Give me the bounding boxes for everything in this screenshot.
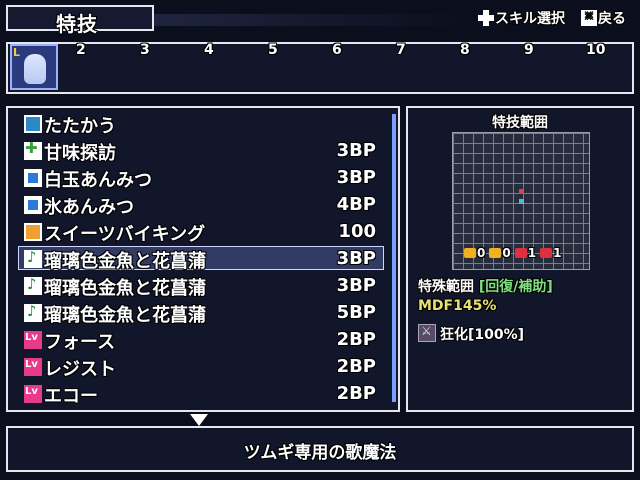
skill-name: フォース: [44, 332, 116, 353]
skill-item-selected[interactable]: 瑠璃色金魚と花菖蒲 3BP: [20, 247, 382, 272]
level-icon: [24, 358, 42, 376]
turn-number: 7: [396, 42, 406, 58]
special-type-heal: 回復: [485, 279, 514, 295]
skill-name: レジスト: [44, 359, 116, 380]
turn-number: 3: [140, 42, 150, 58]
x-button-icon: [581, 9, 597, 26]
blue-square-icon: [24, 169, 42, 187]
buff-down-icon: [489, 248, 502, 258]
portrait-label: L: [13, 46, 21, 59]
status-effect: 狂化[100%]: [440, 327, 525, 343]
skill-cost: 2BP: [336, 329, 376, 350]
buff-indicator: 1: [540, 246, 561, 260]
back-hint[interactable]: 戻る: [581, 8, 626, 28]
skill-name: たたかう: [44, 116, 116, 137]
debuff-up-icon: [514, 248, 527, 258]
dpad-icon: [478, 10, 494, 26]
turn-number: 4: [204, 42, 214, 58]
skill-select-label: スキル選択: [495, 11, 565, 27]
scroll-down-icon[interactable]: [190, 414, 208, 426]
buff-value: 1: [527, 246, 537, 260]
skill-cost: 5BP: [336, 302, 376, 323]
buff-value: 0: [477, 246, 486, 260]
skill-description: ツムギ専用の歌魔法: [243, 443, 397, 463]
berserk-icon: [418, 324, 436, 342]
turn-order-bar: L 2 3 4 5 6 7 8 9 10: [6, 42, 634, 94]
skill-cost: 4BP: [336, 194, 376, 215]
turn-number: 8: [460, 42, 470, 58]
mdf-stat: MDF145%: [418, 298, 497, 314]
skill-name: 氷あんみつ: [44, 197, 134, 218]
debuff-down-icon: [540, 248, 553, 258]
blue-square-icon: [24, 196, 42, 214]
buff-indicator: 0: [464, 246, 485, 260]
skill-cost: 3BP: [336, 167, 376, 188]
back-label: 戻る: [598, 11, 626, 27]
buff-up-icon: [464, 248, 476, 258]
buff-value: 0: [502, 246, 511, 260]
skill-name: スイーツバイキング: [44, 224, 206, 245]
skill-name: 白玉あんみつ: [44, 170, 152, 191]
skill-item[interactable]: 白玉あんみつ 3BP: [20, 166, 382, 191]
skill-cost: 100: [338, 221, 376, 242]
title-box: 特技: [6, 5, 154, 36]
level-icon: [24, 385, 42, 403]
skill-cost: 3BP: [336, 248, 376, 269]
skill-cost: 2BP: [336, 356, 376, 377]
skill-item[interactable]: 甘味探訪 3BP: [20, 139, 382, 164]
music-note-icon: [24, 302, 42, 322]
skill-name: エコー: [44, 386, 98, 407]
character-face-icon: [24, 54, 46, 84]
description-box: ツムギ専用の歌魔法: [6, 426, 634, 472]
orange-pattern-icon: [24, 223, 42, 241]
turn-number: 6: [332, 42, 342, 58]
header-bar: [154, 14, 474, 26]
scrollbar[interactable]: [392, 114, 396, 402]
range-title: 特技範囲: [492, 115, 548, 131]
skill-item[interactable]: 氷あんみつ 4BP: [20, 193, 382, 218]
skill-cost: 3BP: [336, 140, 376, 161]
special-range-line: 特殊範囲 [回復/補助]: [418, 276, 553, 296]
skill-item[interactable]: フォース 2BP: [20, 328, 382, 353]
skill-item[interactable]: スイーツバイキング 100: [20, 220, 382, 245]
sword-icon: [24, 115, 42, 133]
skill-item[interactable]: レジスト 2BP: [20, 355, 382, 380]
range-target-marker: [519, 189, 524, 194]
buff-row: 0 0 1 1: [464, 246, 561, 260]
buff-indicator: 0: [489, 246, 511, 260]
skill-list: たたかう 甘味探訪 3BP 白玉あんみつ 3BP 氷あんみつ 4BP スイーツバ…: [6, 106, 400, 412]
special-type-support: 補助: [518, 279, 547, 295]
skill-range-panel: 特技範囲 0 0 1 1 特殊範囲 [回復/補助] MDF145% 狂化[100…: [406, 106, 634, 412]
skill-item[interactable]: たたかう: [20, 112, 382, 137]
buff-value: 1: [553, 246, 562, 260]
skill-item[interactable]: 瑠璃色金魚と花菖蒲 3BP: [20, 274, 382, 299]
skill-cost: 2BP: [336, 383, 376, 404]
plus-icon: [24, 139, 42, 160]
skill-select-hint[interactable]: スキル選択: [478, 8, 565, 28]
music-note-icon: [24, 248, 42, 268]
skill-item[interactable]: 瑠璃色金魚と花菖蒲 5BP: [20, 301, 382, 326]
skill-name: 瑠璃色金魚と花菖蒲: [44, 251, 206, 272]
level-icon: [24, 331, 42, 349]
skill-cost: 3BP: [336, 275, 376, 296]
turn-number: 5: [268, 42, 278, 58]
skill-name: 甘味探訪: [44, 143, 116, 164]
character-portrait: L: [10, 44, 58, 90]
range-origin-marker: [519, 199, 524, 204]
turn-number: 10: [586, 42, 606, 58]
buff-indicator: 1: [514, 246, 537, 260]
skill-name: 瑠璃色金魚と花菖蒲: [44, 305, 206, 326]
turn-number: 2: [76, 42, 86, 58]
music-note-icon: [24, 275, 42, 295]
bracket-close: ]: [546, 279, 553, 295]
special-range-label: 特殊範囲: [418, 279, 474, 295]
skill-item[interactable]: エコー 2BP: [20, 382, 382, 407]
turn-number: 9: [524, 42, 534, 58]
page-title: 特技: [56, 12, 98, 36]
skill-name: 瑠璃色金魚と花菖蒲: [44, 278, 206, 299]
